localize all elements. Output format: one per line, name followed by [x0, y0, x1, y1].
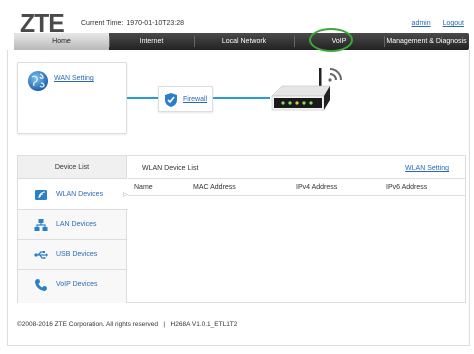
device-list-label: VoIP Devices [56, 281, 98, 288]
copyright-text: ©2008-2016 ZTE Corporation. All rights r… [17, 321, 158, 328]
wan-setting-link[interactable]: WAN Setting [54, 75, 94, 82]
column-header-ipv4: IPv4 Address [296, 184, 338, 191]
nav-management-diagnosis[interactable]: Management & Diagnosis [384, 33, 469, 50]
device-list-label: USB Devices [56, 251, 98, 258]
main-navigation: Home Internet Local Network VoIP Managem… [14, 33, 469, 50]
top-links: admin Logout [402, 20, 464, 27]
connector-line [127, 97, 158, 99]
column-header-name: Name [134, 184, 153, 191]
current-time-value: 1970-01-10T23:28 [126, 20, 185, 27]
phone-icon [35, 279, 47, 291]
footer-separator: | [163, 321, 166, 328]
firewall-box: Firewall [158, 86, 213, 112]
footer: ©2008-2016 ZTE Corporation. All rights r… [17, 321, 237, 328]
device-list-header: Device List [18, 156, 127, 179]
column-header-ipv6: IPv6 Address [386, 184, 428, 191]
device-list-item-usb[interactable]: USB Devices [18, 240, 127, 270]
nav-voip[interactable]: VoIP [294, 33, 384, 50]
globe-icon [28, 71, 48, 91]
logout-link[interactable]: Logout [443, 20, 464, 27]
firewall-link[interactable]: Firewall [183, 96, 207, 103]
shield-icon [165, 93, 177, 107]
admin-link[interactable]: admin [412, 20, 431, 27]
nav-home[interactable]: Home [14, 33, 109, 50]
wlan-setting-link[interactable]: WLAN Setting [405, 165, 449, 172]
device-list-label: LAN Devices [56, 221, 97, 228]
wlan-table-header: Name MAC Address IPv4 Address IPv6 Addre… [128, 179, 466, 196]
device-panel: Device List WLAN Devices ▷ LAN Devices U… [17, 155, 466, 303]
nav-internet[interactable]: Internet [109, 33, 194, 50]
current-time-label: Current Time: [81, 20, 124, 27]
current-time: Current Time: 1970-01-10T23:28 [81, 20, 187, 27]
wan-box: WAN Setting [17, 62, 127, 134]
usb-icon [34, 251, 48, 259]
lan-icon [34, 219, 48, 231]
wifi-icon [35, 190, 47, 200]
device-list-label: WLAN Devices [56, 191, 104, 198]
router-icon [271, 68, 342, 111]
device-list-filler [18, 299, 127, 303]
nav-local-network[interactable]: Local Network [194, 33, 294, 50]
device-list-item-lan[interactable]: LAN Devices [18, 210, 127, 240]
device-list-item-wlan[interactable]: WLAN Devices ▷ [18, 180, 128, 210]
device-list-item-voip[interactable]: VoIP Devices [18, 270, 127, 300]
column-header-mac: MAC Address [193, 184, 236, 191]
model-version: H268A V1.0.1_ETL1T2 [170, 321, 238, 328]
connector-line [213, 97, 270, 99]
wlan-device-list-title: WLAN Device List [142, 165, 199, 172]
